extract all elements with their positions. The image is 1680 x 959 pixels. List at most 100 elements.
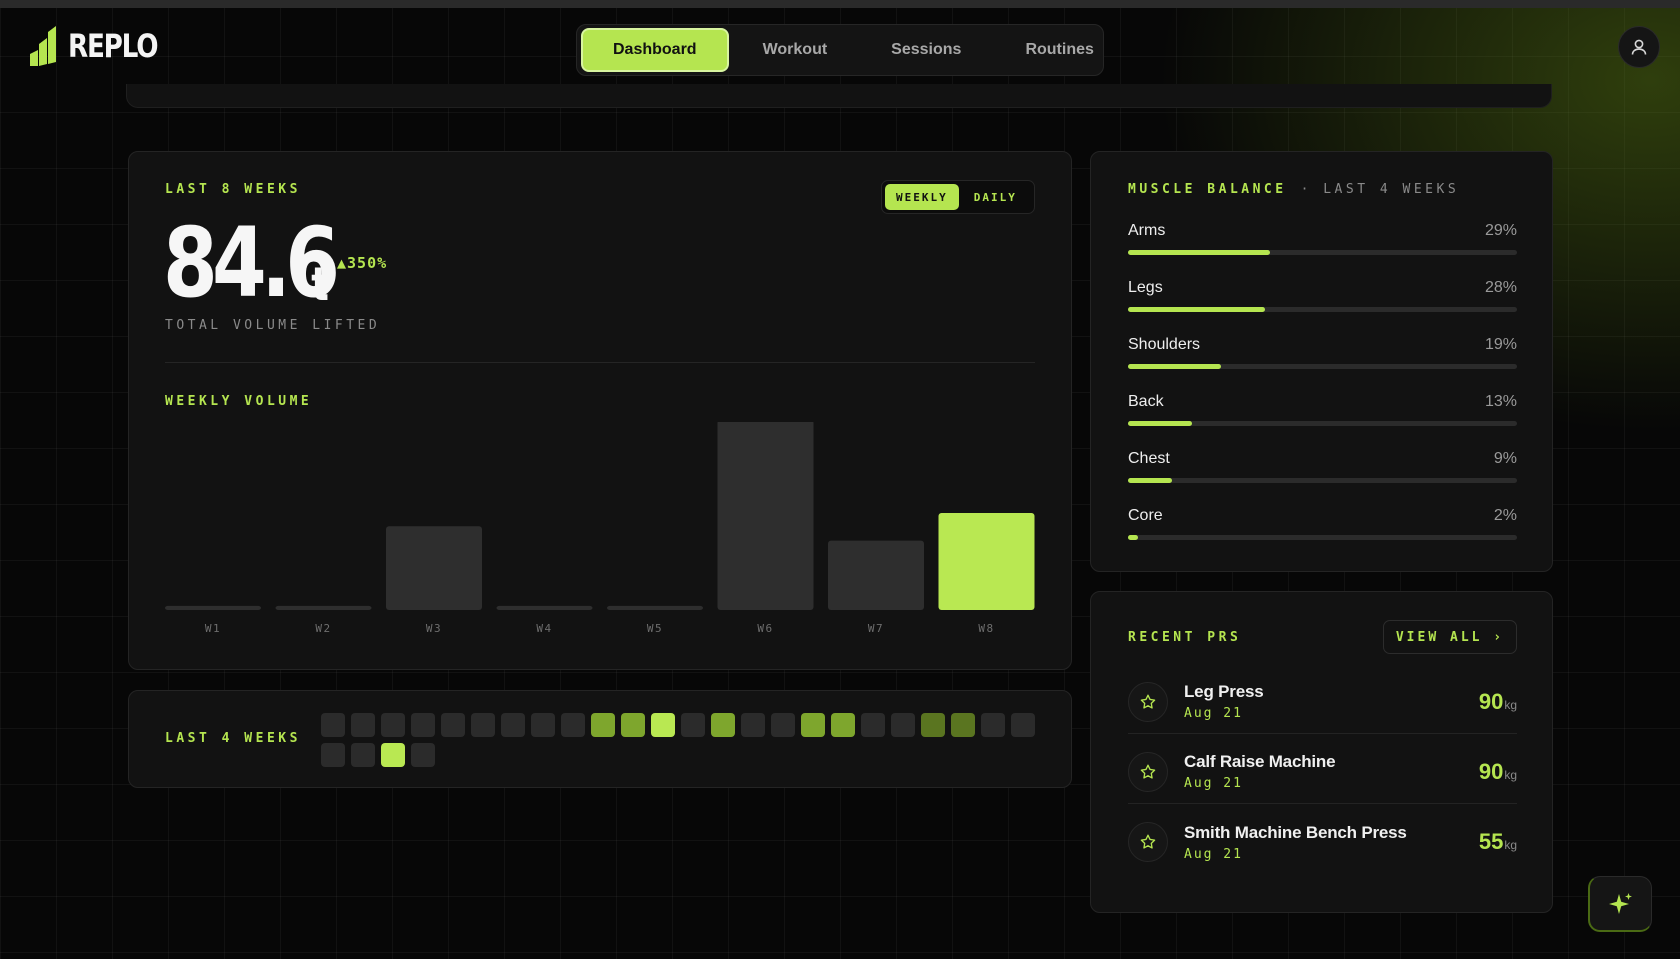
muscle-progress-fill bbox=[1128, 364, 1222, 369]
activity-day-cell[interactable] bbox=[381, 743, 405, 767]
activity-day-cell[interactable] bbox=[921, 713, 945, 737]
activity-day-cell[interactable] bbox=[831, 713, 855, 737]
muscle-row-back: Back 13% bbox=[1128, 393, 1517, 426]
pr-value: 90 bbox=[1478, 688, 1504, 714]
muscle-progress-track bbox=[1128, 364, 1517, 369]
activity-day-cell[interactable] bbox=[321, 743, 345, 767]
muscle-progress-fill bbox=[1128, 250, 1271, 255]
pr-text: Calf Raise Machine Aug 21 bbox=[1184, 752, 1479, 791]
volume-bar[interactable] bbox=[717, 422, 814, 610]
activity-day-cell[interactable] bbox=[501, 713, 525, 737]
logo-bars-icon bbox=[30, 26, 56, 66]
activity-day-cell[interactable] bbox=[531, 713, 555, 737]
activity-day-cell[interactable] bbox=[681, 713, 705, 737]
x-tick-label: W1 bbox=[205, 622, 221, 635]
pr-date: Aug 21 bbox=[1184, 846, 1243, 862]
profile-button[interactable] bbox=[1618, 26, 1660, 68]
main-nav: Dashboard Workout Sessions Routines bbox=[576, 24, 1104, 76]
muscle-name: Back bbox=[1128, 393, 1164, 410]
activity-day-cell[interactable] bbox=[471, 713, 495, 737]
muscle-percent: 9% bbox=[1493, 450, 1517, 467]
x-tick-label: W5 bbox=[647, 622, 663, 635]
volume-period-label: LAST 8 WEEKS bbox=[165, 182, 301, 197]
muscle-progress-fill bbox=[1128, 535, 1138, 540]
muscle-row-core: Core 2% bbox=[1128, 507, 1517, 540]
muscle-balance-card: MUSCLE BALANCE · LAST 4 WEEKS Arms 29% Leg… bbox=[1090, 151, 1553, 572]
toggle-weekly[interactable]: WEEKLY bbox=[885, 184, 959, 210]
pr-date: Aug 21 bbox=[1184, 706, 1243, 721]
activity-day-cell[interactable] bbox=[741, 713, 765, 737]
star-icon bbox=[1128, 751, 1168, 792]
activity-day-cell[interactable] bbox=[1011, 713, 1035, 737]
muscle-row-line: Arms 29% bbox=[1128, 222, 1517, 240]
pr-row[interactable]: Calf Raise Machine Aug 21 90kg bbox=[1128, 740, 1517, 804]
activity-day-cell[interactable] bbox=[801, 713, 825, 737]
activity-card: LAST 4 WEEKS bbox=[128, 690, 1072, 788]
pr-value-group: 90kg bbox=[1479, 759, 1517, 785]
activity-day-cell[interactable] bbox=[861, 713, 885, 737]
muscle-balance-header: MUSCLE BALANCE · LAST 4 WEEKS bbox=[1128, 182, 1459, 197]
collapsed-panel bbox=[126, 84, 1552, 108]
volume-delta: ▲350% bbox=[337, 254, 388, 272]
activity-day-cell[interactable] bbox=[711, 713, 735, 737]
muscle-name: Legs bbox=[1128, 279, 1163, 296]
muscle-row-legs: Legs 28% bbox=[1128, 279, 1517, 312]
pr-value: 55 bbox=[1478, 829, 1504, 854]
activity-day-cell[interactable] bbox=[891, 713, 915, 737]
total-volume-unit: t bbox=[311, 257, 329, 311]
muscle-progress-track bbox=[1128, 250, 1517, 255]
activity-day-cell[interactable] bbox=[591, 713, 615, 737]
tab-workout[interactable]: Workout bbox=[733, 28, 858, 72]
pr-exercise-name: Leg Press bbox=[1184, 682, 1264, 701]
activity-day-cell[interactable] bbox=[441, 713, 465, 737]
activity-day-cell[interactable] bbox=[381, 713, 405, 737]
activity-day-cell[interactable] bbox=[621, 713, 645, 737]
muscle-progress-track bbox=[1128, 535, 1517, 540]
x-tick-label: W4 bbox=[536, 622, 552, 635]
view-all-button[interactable]: VIEW ALL › bbox=[1383, 620, 1517, 654]
pr-row[interactable]: Smith Machine Bench Press Aug 21 55kg bbox=[1128, 810, 1517, 874]
assistant-button[interactable] bbox=[1588, 876, 1652, 932]
tab-routines[interactable]: Routines bbox=[995, 28, 1123, 72]
activity-day-cell[interactable] bbox=[981, 713, 1005, 737]
volume-bar[interactable] bbox=[165, 605, 261, 610]
muscle-balance-title: MUSCLE BALANCE bbox=[1128, 182, 1287, 197]
muscle-percent: 2% bbox=[1493, 507, 1517, 524]
toggle-daily[interactable]: DAILY bbox=[963, 184, 1028, 210]
activity-day-cell[interactable] bbox=[561, 713, 585, 737]
tab-sessions[interactable]: Sessions bbox=[861, 28, 991, 72]
activity-day-cell[interactable] bbox=[951, 713, 975, 737]
muscle-row-line: Chest 9% bbox=[1128, 450, 1517, 468]
activity-day-cell[interactable] bbox=[411, 743, 435, 767]
activity-day-cell[interactable] bbox=[351, 713, 375, 737]
app-logo[interactable]: REPLO bbox=[28, 24, 177, 68]
activity-day-cell[interactable] bbox=[411, 713, 435, 737]
pr-unit: kg bbox=[1504, 838, 1517, 852]
volume-bar[interactable] bbox=[386, 526, 482, 610]
muscle-name: Chest bbox=[1128, 450, 1170, 467]
x-tick-label: W7 bbox=[868, 622, 884, 635]
volume-bar[interactable] bbox=[496, 605, 593, 610]
muscle-name: Shoulders bbox=[1128, 336, 1201, 353]
volume-bar[interactable] bbox=[828, 540, 924, 610]
activity-day-cell[interactable] bbox=[321, 713, 345, 737]
activity-day-cell[interactable] bbox=[771, 713, 795, 737]
muscle-row-line: Legs 28% bbox=[1128, 279, 1517, 297]
pr-row[interactable]: Leg Press Aug 21 90kg bbox=[1128, 670, 1517, 734]
muscle-progress-fill bbox=[1128, 307, 1266, 312]
x-tick-label: W8 bbox=[978, 622, 994, 635]
volume-bar[interactable] bbox=[607, 605, 703, 610]
user-icon bbox=[1631, 39, 1647, 55]
activity-day-cell[interactable] bbox=[351, 743, 375, 767]
pr-exercise-name: Calf Raise Machine bbox=[1184, 752, 1336, 771]
muscle-balance-subtitle: · LAST 4 WEEKS bbox=[1300, 182, 1460, 197]
pr-text: Leg Press Aug 21 bbox=[1184, 682, 1479, 721]
volume-bar[interactable] bbox=[275, 605, 372, 610]
activity-day-cell[interactable] bbox=[651, 713, 675, 737]
volume-bar[interactable] bbox=[938, 513, 1035, 610]
x-tick-label: W2 bbox=[315, 622, 331, 635]
muscle-percent: 19% bbox=[1484, 336, 1517, 353]
tab-dashboard[interactable]: Dashboard bbox=[581, 28, 729, 72]
recent-prs-title: RECENT PRS bbox=[1128, 630, 1242, 645]
pr-value-group: 90kg bbox=[1479, 689, 1517, 715]
